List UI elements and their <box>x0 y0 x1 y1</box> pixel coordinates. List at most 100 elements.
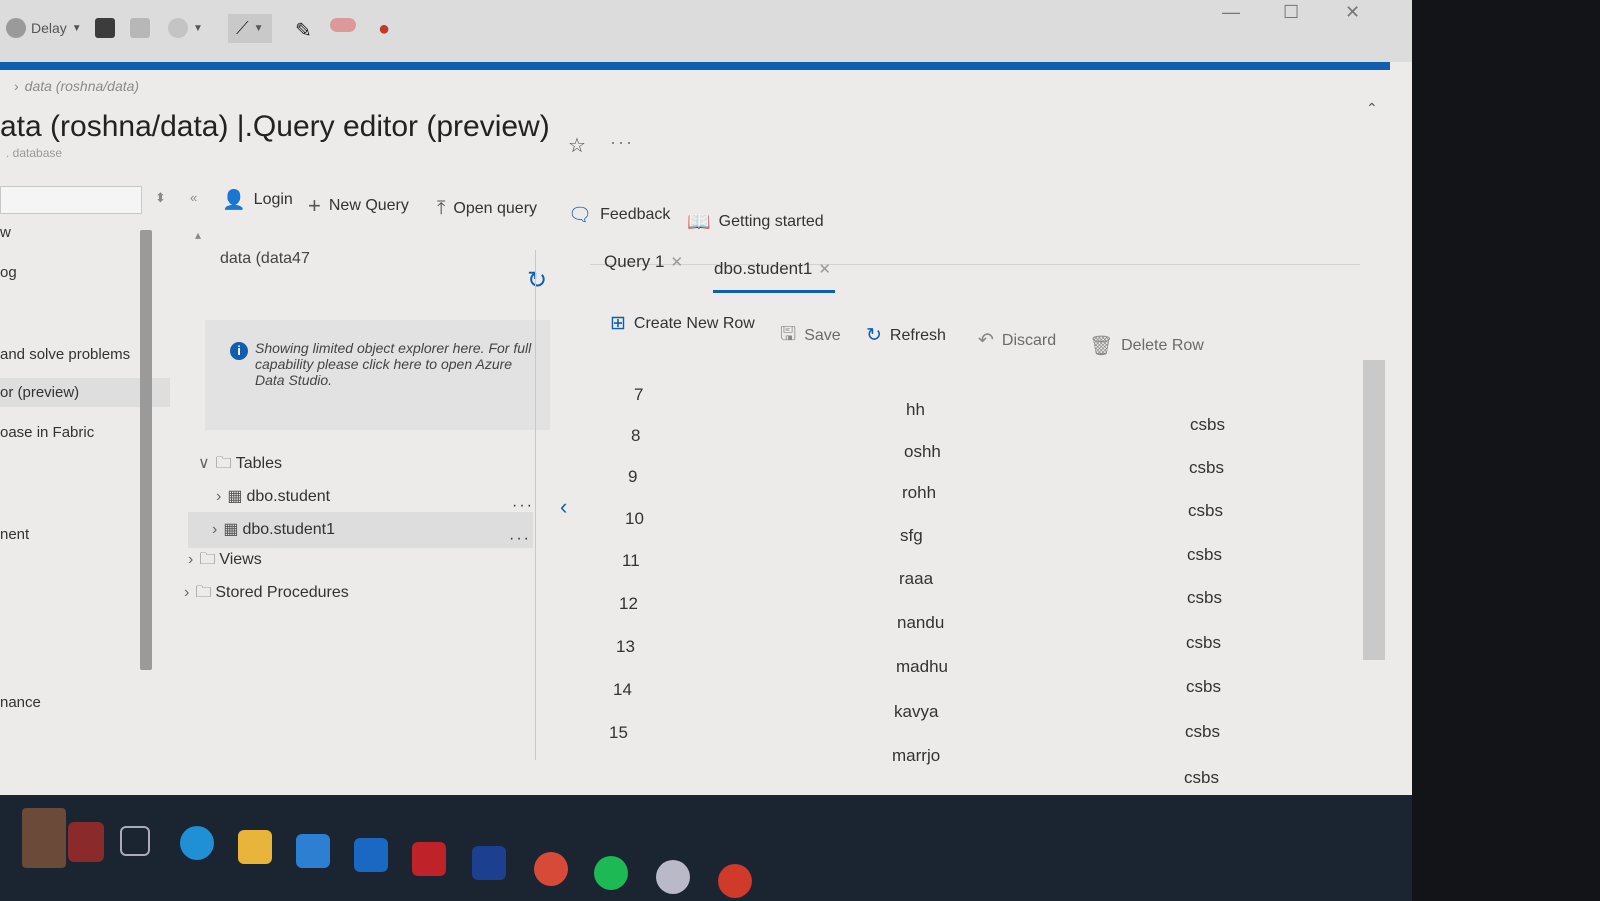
tree-stored-procedures[interactable]: › 🗀 Stored Procedures <box>184 581 349 608</box>
tabs-divider <box>590 264 1360 265</box>
chrome-icon[interactable] <box>534 852 568 886</box>
nav-item-diagnose[interactable]: and solve problems <box>0 346 130 363</box>
outlook-icon[interactable] <box>354 838 388 872</box>
grid-scrollbar[interactable] <box>1363 360 1385 660</box>
cell-id[interactable]: 14 <box>613 680 632 700</box>
delete-row-button[interactable]: 🗑 Delete Row <box>1089 334 1204 358</box>
spotify-icon[interactable] <box>594 856 628 890</box>
open-query-button[interactable]: ⤒ Open query <box>437 198 537 220</box>
cell-id[interactable]: 13 <box>616 637 635 657</box>
cell-name[interactable]: rohh <box>902 483 936 503</box>
close-tab-icon[interactable]: ✕ <box>818 261 831 278</box>
app-icon-books[interactable] <box>68 822 104 862</box>
chevron-right-icon: › <box>14 78 19 94</box>
pane-divider[interactable] <box>535 250 536 760</box>
new-query-button[interactable]: + New Query <box>308 193 409 219</box>
nav-item-management[interactable]: nent <box>0 526 29 543</box>
delay-dropdown[interactable]: Delay ▼ <box>6 18 82 38</box>
tree-item-dbo-student[interactable]: › ▦ dbo.student <box>216 486 330 506</box>
mcafee-icon[interactable] <box>412 842 446 876</box>
cell-name[interactable]: madhu <box>896 657 948 677</box>
close-tab-icon[interactable]: ✕ <box>670 254 683 271</box>
eraser-button[interactable] <box>330 18 356 32</box>
cell-id[interactable]: 11 <box>622 551 640 571</box>
scroll-up-small-icon[interactable]: ▴ <box>195 228 201 242</box>
delete-row-label: Delete Row <box>1121 337 1204 354</box>
getting-started-button[interactable]: 📖 Getting started <box>687 210 824 234</box>
cell-id[interactable]: 8 <box>631 426 640 446</box>
minimize-button[interactable]: — <box>1222 2 1240 23</box>
cell-name[interactable]: sfg <box>900 526 923 546</box>
maximize-button[interactable]: ☐ <box>1283 2 1299 23</box>
cell-dept[interactable]: csbs <box>1187 545 1222 565</box>
tree-item-dbo-student1[interactable]: › ▦ dbo.student1 <box>212 519 335 539</box>
copy-snip-button[interactable] <box>130 18 150 38</box>
cell-id[interactable]: 12 <box>619 594 638 614</box>
cell-name[interactable]: raaa <box>899 569 933 589</box>
login-button[interactable]: 👤 Login <box>222 188 293 212</box>
cell-dept[interactable]: csbs <box>1184 768 1219 788</box>
folder-icon: 🗀 <box>199 551 216 568</box>
chevron-down-icon: ▼ <box>193 22 203 34</box>
touch-button[interactable]: ● <box>378 18 390 41</box>
scroll-up-icon[interactable]: ⌃ <box>1366 100 1378 117</box>
cell-dept[interactable]: csbs <box>1188 501 1223 521</box>
refresh-label: Refresh <box>889 326 946 344</box>
cell-dept[interactable]: csbs <box>1186 633 1221 653</box>
cell-id[interactable]: 9 <box>628 467 637 487</box>
cell-id[interactable]: 15 <box>609 723 628 743</box>
cell-dept[interactable]: csbs <box>1185 722 1220 742</box>
cell-name[interactable]: hh <box>906 400 925 420</box>
l-app-icon[interactable] <box>472 846 506 880</box>
refresh-explorer-icon[interactable]: ↻ <box>527 266 547 295</box>
create-new-row-button[interactable]: ⊞ Create New Row <box>610 312 755 335</box>
feedback-button[interactable]: 🗨 Feedback <box>568 203 670 227</box>
explorer-title: data (data47 <box>220 250 310 267</box>
share-snip-button[interactable]: ▼ <box>168 18 203 38</box>
cell-dept[interactable]: csbs <box>1187 588 1222 608</box>
favorite-star-icon[interactable]: ☆ <box>568 133 586 158</box>
nav-scrollbar[interactable] <box>140 230 152 670</box>
pen-button[interactable]: ⟋ ▼ <box>228 14 272 43</box>
nav-item-fabric[interactable]: oase in Fabric <box>0 424 94 441</box>
cell-name[interactable]: nandu <box>897 613 944 633</box>
sort-icon[interactable]: ⬍ <box>155 190 166 206</box>
nav-item-0[interactable]: w <box>0 224 11 241</box>
cell-dept[interactable]: csbs <box>1186 677 1221 697</box>
nav-item-performance[interactable]: nance <box>0 694 41 711</box>
file-explorer-icon[interactable] <box>238 830 272 864</box>
more-options-button[interactable]: ··· <box>610 132 634 153</box>
mail-icon[interactable] <box>296 834 330 868</box>
tree-views[interactable]: › 🗀 Views <box>188 548 262 575</box>
more-options-button[interactable]: ··· <box>509 530 531 548</box>
info-banner[interactable]: i Showing limited object explorer here. … <box>205 320 550 430</box>
save-button[interactable]: 🖫 Save <box>780 320 841 352</box>
cell-id[interactable]: 10 <box>625 509 644 529</box>
breadcrumb[interactable]: › data (roshna/data) <box>14 78 139 94</box>
tab-query-1[interactable]: Query 1 ✕ <box>604 252 683 272</box>
table-icon: ▦ <box>223 521 239 538</box>
highlighter-button[interactable]: ✎ <box>295 18 312 43</box>
tree-tables[interactable]: ∨ 🗀 Tables <box>198 452 282 479</box>
edge-icon[interactable] <box>180 826 214 860</box>
save-snip-button[interactable] <box>95 18 115 38</box>
highlighter-icon: ✎ <box>295 20 312 42</box>
nav-search-input[interactable] <box>0 186 142 214</box>
refresh-button[interactable]: ↻ Refresh <box>866 324 946 347</box>
cell-dept[interactable]: csbs <box>1189 458 1224 478</box>
user-photo-icon[interactable] <box>22 808 66 868</box>
task-view-icon[interactable] <box>120 826 150 856</box>
collapse-nav-icon[interactable]: « <box>190 190 197 205</box>
chevron-left-icon[interactable]: ‹ <box>560 494 567 520</box>
close-button[interactable]: ✕ <box>1345 2 1360 23</box>
app-icon[interactable] <box>656 860 690 894</box>
nav-item-1[interactable]: og <box>0 264 17 281</box>
cell-id[interactable]: 7 <box>634 385 643 405</box>
cell-dept[interactable]: csbs <box>1190 415 1225 435</box>
cell-name[interactable]: oshh <box>904 442 941 462</box>
discard-button[interactable]: ↶ Discard <box>978 329 1056 352</box>
cell-name[interactable]: marrjo <box>892 746 940 766</box>
app-icon-2[interactable] <box>718 864 752 898</box>
tab-dbo-student1[interactable]: dbo.student1 ✕ <box>714 259 831 279</box>
cell-name[interactable]: kavya <box>894 702 938 722</box>
